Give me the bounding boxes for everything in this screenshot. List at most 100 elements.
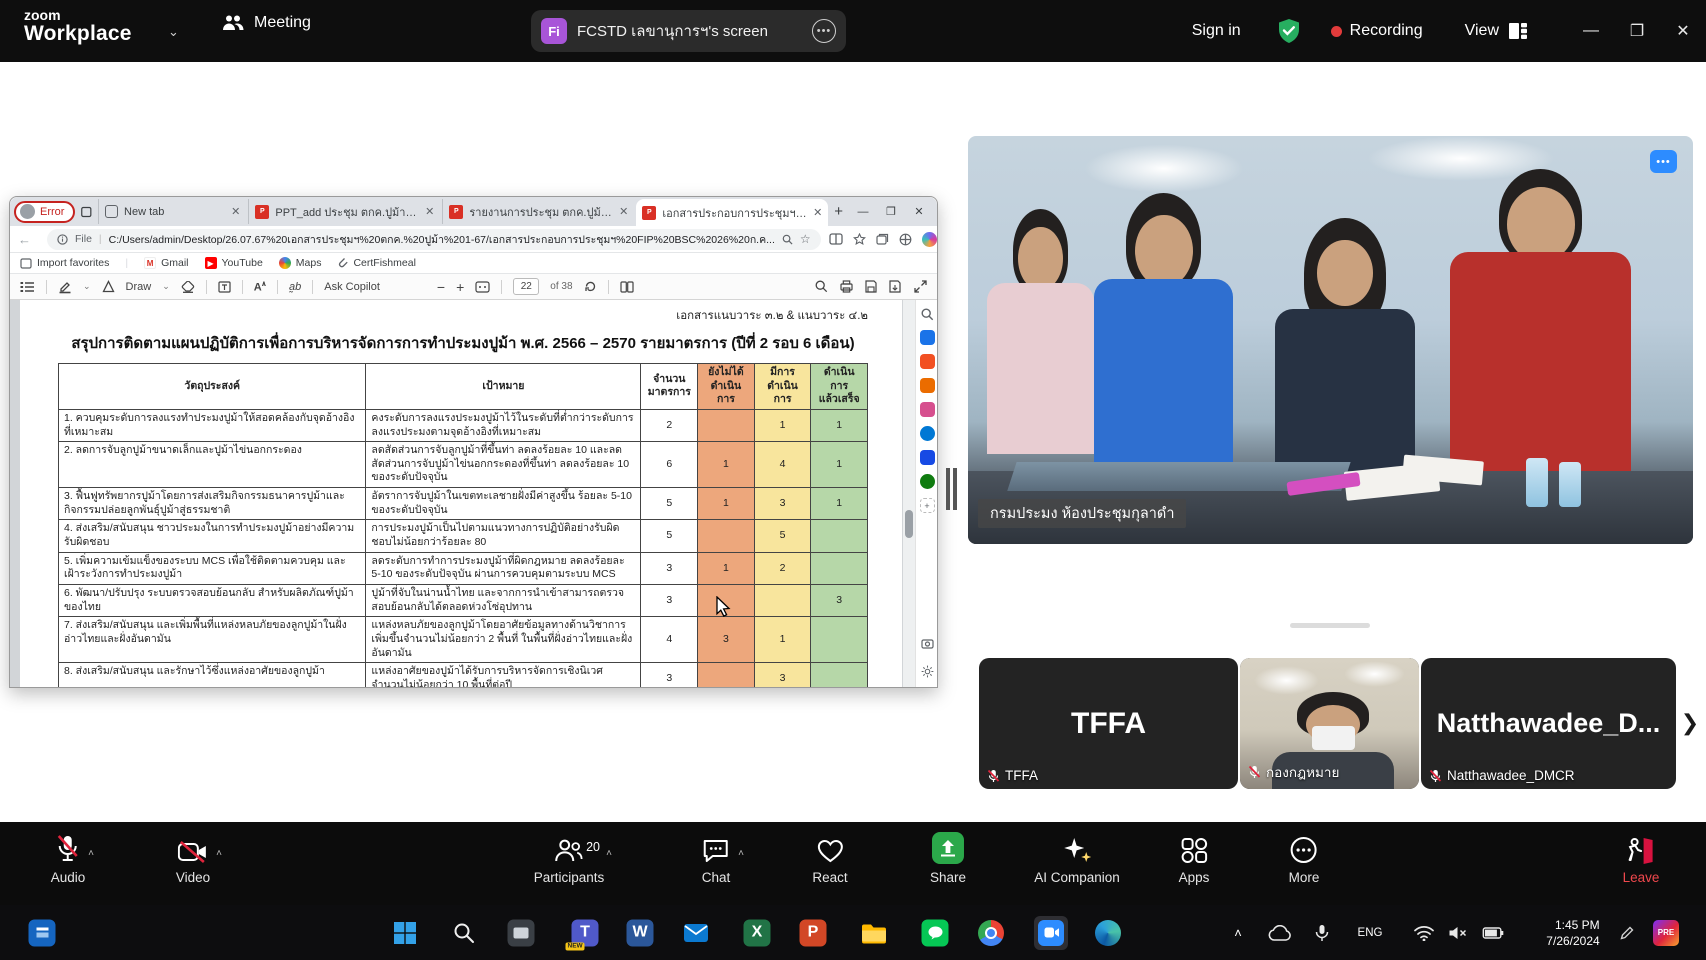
panel-resize-handle-bar[interactable]: [953, 468, 957, 510]
browser-tab[interactable]: P รายงานการประชุม ตกค.ปูม้า 1-67.pdf ✕: [442, 199, 634, 224]
react-button[interactable]: React: [812, 832, 847, 885]
sign-in-button[interactable]: Sign in: [1192, 22, 1241, 40]
back-icon[interactable]: ←: [18, 232, 31, 247]
taskbar-search-button[interactable]: [453, 922, 475, 944]
eraser-icon[interactable]: [181, 281, 195, 293]
audio-options-icon[interactable]: ˄: [88, 848, 94, 859]
page-view-icon[interactable]: [620, 281, 634, 293]
tray-mic-icon[interactable]: [1315, 924, 1329, 942]
audio-button[interactable]: ˄ Audio: [51, 832, 86, 885]
workspace-chevron-icon[interactable]: ⌄: [168, 24, 179, 40]
more-button[interactable]: More: [1289, 832, 1320, 885]
split-screen-icon[interactable]: [829, 233, 843, 245]
tab-close-icon[interactable]: ✕: [231, 205, 240, 218]
thumbnail-strip-divider[interactable]: [1290, 623, 1370, 628]
video-more-button[interactable]: •••: [1650, 150, 1677, 173]
draw-pen-icon[interactable]: [102, 280, 115, 293]
fullscreen-icon[interactable]: [914, 280, 927, 293]
panel-resize-handle[interactable]: [946, 468, 950, 510]
bookmark-maps[interactable]: Maps: [279, 257, 322, 269]
taskbar-file-explorer-icon[interactable]: [861, 922, 887, 943]
taskbar-clock[interactable]: 1:45 PM 7/26/2024: [1546, 916, 1599, 948]
address-input[interactable]: File | C:/Users/admin/Desktop/26.07.67%2…: [47, 229, 821, 250]
fit-page-icon[interactable]: [475, 281, 490, 293]
tab-actions-icon[interactable]: [81, 205, 92, 219]
onedrive-cloud-icon[interactable]: [1268, 925, 1292, 941]
participant-tile-natthawadee[interactable]: Natthawadee_D... Natthawadee_DMCR: [1421, 658, 1676, 789]
battery-icon[interactable]: [1483, 927, 1504, 939]
language-indicator[interactable]: ENG: [1358, 927, 1383, 939]
sidebar-settings-gear-icon[interactable]: [921, 665, 934, 678]
browser-maximize-button[interactable]: ❐: [877, 199, 905, 224]
search-document-icon[interactable]: [815, 280, 828, 293]
sidebar-capture-icon[interactable]: [921, 637, 934, 650]
browser-close-button[interactable]: ✕: [905, 199, 933, 224]
browser-tab-active[interactable]: P เอกสารประกอบการประชุมฯ FIP BSC ✕: [636, 199, 828, 226]
toc-menu-icon[interactable]: [20, 281, 35, 293]
zoom-in-icon[interactable]: +: [456, 279, 464, 295]
sidebar-microsoft365-icon[interactable]: [920, 378, 935, 393]
browser-essentials-icon[interactable]: [899, 233, 912, 246]
taskbar-pinned-app-icon[interactable]: [29, 919, 56, 946]
sidebar-bing-icon[interactable]: [920, 450, 935, 465]
start-button[interactable]: [393, 921, 417, 945]
copilot-icon[interactable]: [922, 232, 937, 247]
draw-button[interactable]: Draw: [126, 281, 152, 293]
security-shield-icon[interactable]: [1277, 18, 1301, 44]
browser-profile-button[interactable]: Error: [14, 201, 75, 223]
browser-minimize-button[interactable]: —: [849, 199, 877, 224]
participant-tile-tffa[interactable]: TFFA TFFA: [979, 658, 1238, 789]
rotate-icon[interactable]: [584, 280, 597, 293]
taskbar-edge-icon[interactable]: [1095, 920, 1121, 946]
bookmark-gmail[interactable]: M Gmail: [144, 257, 188, 269]
share-options-icon[interactable]: •••: [812, 19, 836, 43]
chat-button[interactable]: ˄ Chat: [702, 832, 731, 885]
taskbar-line-icon[interactable]: [922, 919, 949, 946]
taskbar-teams-icon[interactable]: TNEW: [572, 919, 599, 946]
participants-options-icon[interactable]: ˄: [606, 848, 612, 859]
sidebar-drive-icon[interactable]: [920, 426, 935, 441]
shared-screen-pill[interactable]: Fi FCSTD เลขานุการฯ's screen •••: [531, 10, 846, 52]
sidebar-shopping-icon[interactable]: [920, 354, 935, 369]
participant-tile-video[interactable]: กองกฎหมาย: [1240, 658, 1419, 789]
sidebar-add-icon[interactable]: +: [920, 498, 935, 513]
taskbar-task-view-icon[interactable]: [508, 919, 535, 946]
draw-dropdown-icon[interactable]: ⌄: [162, 281, 170, 292]
apps-button[interactable]: Apps: [1179, 832, 1210, 885]
pre-badge-icon[interactable]: PRE: [1653, 920, 1679, 946]
print-icon[interactable]: [840, 280, 853, 293]
leave-button[interactable]: Leave: [1623, 832, 1660, 885]
window-close-button[interactable]: ✕: [1660, 0, 1706, 62]
pdf-scrollbar-thumb[interactable]: [905, 510, 913, 538]
chat-options-icon[interactable]: ˄: [738, 848, 744, 859]
favorite-star-icon[interactable]: ☆: [800, 232, 811, 246]
zoom-page-icon[interactable]: [782, 234, 793, 245]
read-aloud-icon[interactable]: a̰b: [289, 281, 301, 293]
tab-close-icon[interactable]: ✕: [813, 206, 822, 219]
tab-meeting[interactable]: Meeting: [222, 14, 311, 32]
bookmark-import-favorites[interactable]: Import favorites: [20, 257, 109, 269]
highlighter-icon[interactable]: [58, 280, 72, 294]
view-layout-icon[interactable]: [1508, 22, 1528, 40]
video-button[interactable]: ˄ Video: [176, 832, 210, 885]
collections-icon[interactable]: [876, 233, 889, 245]
participants-button[interactable]: 20 ˄ Participants: [534, 832, 605, 885]
sidebar-favorites-icon[interactable]: [920, 330, 935, 345]
browser-tab[interactable]: P PPT_add ประชุม ตกค.ปูม้า 1.2567 ✕: [248, 199, 440, 224]
page-number-input[interactable]: 22: [513, 278, 539, 295]
taskbar-excel-icon[interactable]: X: [744, 919, 771, 946]
pdf-scrollbar[interactable]: [903, 300, 915, 688]
save-icon[interactable]: [865, 280, 877, 293]
window-restore-button[interactable]: ❐: [1614, 0, 1660, 62]
taskbar-word-icon[interactable]: W: [627, 919, 654, 946]
save-as-icon[interactable]: [889, 280, 902, 293]
tab-close-icon[interactable]: ✕: [619, 205, 628, 218]
browser-tab[interactable]: New tab ✕: [98, 199, 246, 224]
bookmark-youtube[interactable]: ▶ YouTube: [205, 257, 263, 269]
bookmark-certfishmeal[interactable]: CertFishmeal: [337, 257, 415, 269]
taskbar-powerpoint-icon[interactable]: P: [800, 919, 827, 946]
text-box-icon[interactable]: [218, 281, 231, 293]
window-minimize-button[interactable]: —: [1568, 0, 1614, 62]
taskbar-mail-icon[interactable]: [683, 923, 709, 943]
page-info-icon[interactable]: [57, 234, 68, 245]
